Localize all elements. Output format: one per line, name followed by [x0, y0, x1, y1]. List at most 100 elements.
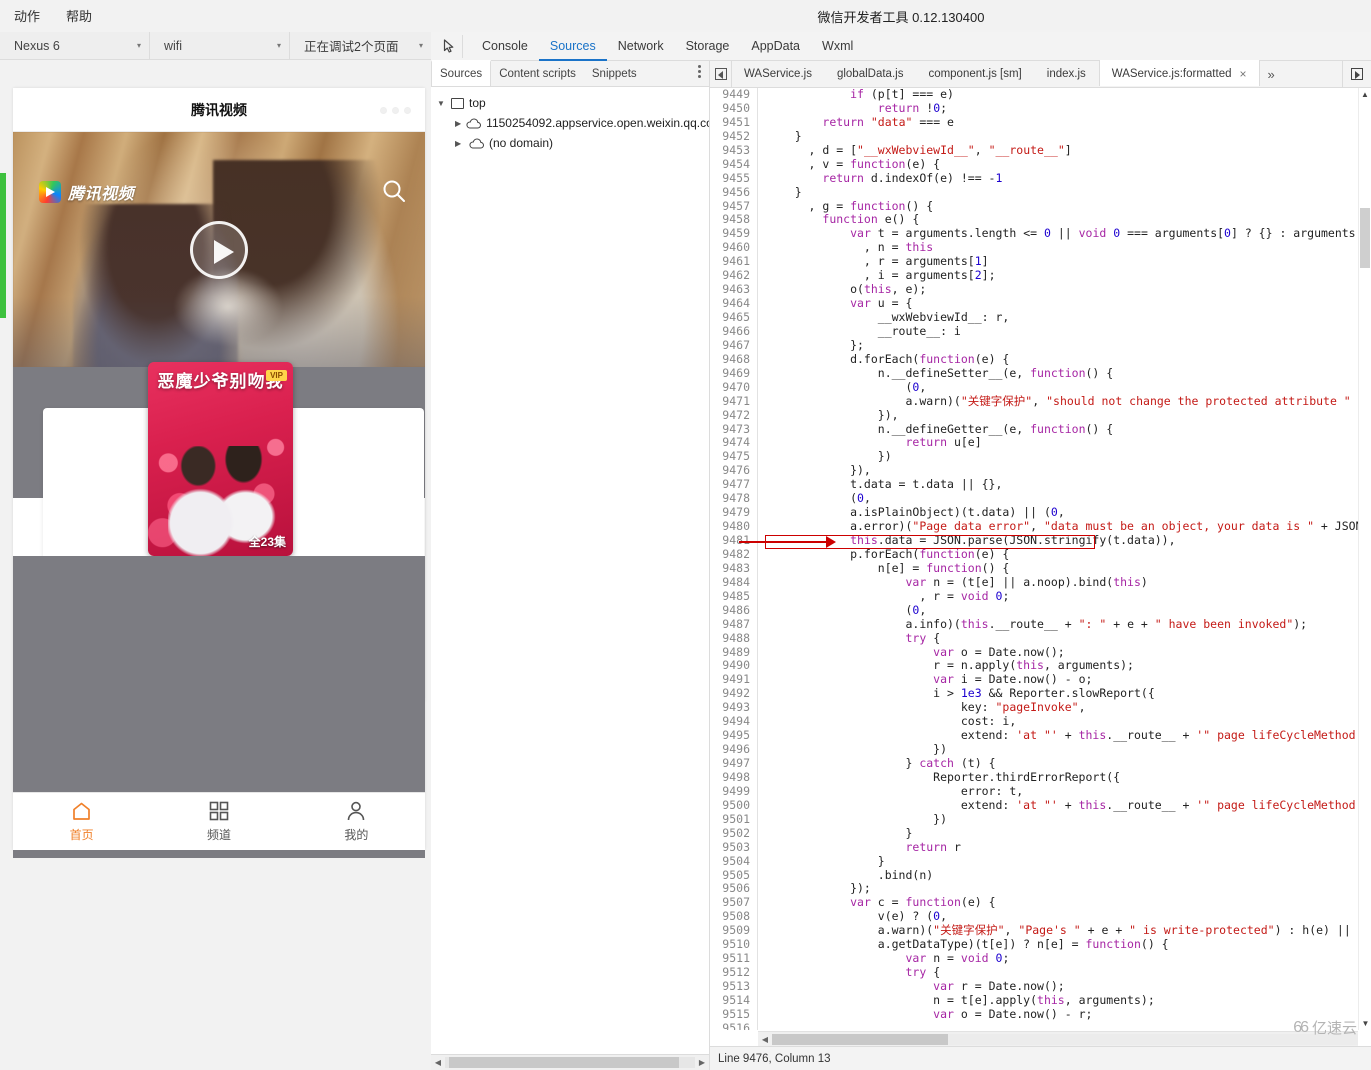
code-line[interactable]: 9506 }); [710, 881, 1371, 897]
tab-console[interactable]: Console [471, 32, 539, 61]
more-options-icon[interactable] [698, 65, 701, 78]
navigator-scroll-track[interactable] [445, 1057, 695, 1068]
code-line[interactable]: 9464 var u = { [710, 296, 1371, 311]
device-select[interactable]: Nexus 6 ▾ [0, 31, 150, 60]
editor-tab-globaldata[interactable]: globalData.js [825, 61, 916, 87]
editor-tab-waservice-formatted[interactable]: WAService.js:formatted × [1098, 60, 1260, 86]
code-line[interactable]: 9510 a.getDataType)(t[e]) ? n[e] = funct… [710, 937, 1371, 953]
code-line[interactable]: 9460 , n = this [710, 240, 1371, 256]
code-line[interactable]: 9475 }) [710, 449, 1371, 465]
tab-wxml[interactable]: Wxml [811, 32, 864, 61]
menu-item-help[interactable]: 帮助 [66, 6, 92, 25]
code-line[interactable]: 9461 , r = arguments[1] [710, 254, 1371, 270]
hero-video[interactable]: 腾讯视频 [13, 132, 425, 367]
search-icon[interactable] [381, 178, 407, 204]
code-line[interactable]: 9514 n = t[e].apply(this, arguments); [710, 993, 1371, 1008]
code-line[interactable]: 9452 } [710, 129, 1371, 144]
subtab-sources[interactable]: Sources [431, 60, 492, 86]
scroll-up-icon[interactable]: ▲ [1359, 88, 1371, 101]
code-line[interactable]: 9493 key: "pageInvoke", [710, 700, 1371, 716]
code-line[interactable]: 9480 a.error)("Page data error", "data m… [710, 519, 1371, 534]
tab-network[interactable]: Network [607, 32, 675, 61]
code-line[interactable]: 9507 var c = function(e) { [710, 895, 1371, 911]
code-hscroll-thumb[interactable] [772, 1033, 948, 1045]
code-hscroll-track[interactable] [772, 1033, 1358, 1045]
tab-profile[interactable]: 我的 [288, 800, 425, 843]
code-line[interactable]: 9453 , d = ["__wxWebviewId__", "__route_… [710, 143, 1371, 158]
code-line[interactable]: 9455 return d.indexOf(e) !== -1 [710, 171, 1371, 186]
tab-appdata[interactable]: AppData [740, 32, 811, 61]
scroll-right-icon[interactable]: ▶ [695, 1058, 709, 1067]
scroll-left-icon[interactable]: ◀ [758, 1035, 772, 1044]
debug-pages-select[interactable]: 正在调试2个页面 ▾ [290, 32, 431, 60]
code-line[interactable]: 9477 t.data = t.data || {}, [710, 477, 1371, 493]
code-line[interactable]: 9488 try { [710, 631, 1371, 646]
code-line[interactable]: 9465 __wxWebviewId__: r, [710, 310, 1371, 325]
code-line[interactable]: 9491 var i = Date.now() - o; [710, 672, 1371, 688]
code-line[interactable]: 9500 extend: 'at "' + this.__route__ + '… [710, 798, 1371, 813]
code-editor[interactable]: 9449 if (p[t] === e) 9450 return !0; 9451 … [710, 88, 1371, 1030]
code-line[interactable]: 9468 d.forEach(function(e) { [710, 352, 1371, 367]
navigator-scroll-thumb[interactable] [449, 1057, 679, 1068]
code-line[interactable]: 9503 return r [710, 840, 1371, 855]
code-line[interactable]: 9459 var t = arguments.length <= 0 || vo… [710, 226, 1371, 242]
code-line[interactable]: 9512 try { [710, 965, 1371, 980]
code-line[interactable]: 9495 extend: 'at "' + this.__route__ + '… [710, 728, 1371, 744]
panel-left-icon[interactable] [710, 61, 732, 87]
code-line[interactable]: 9497 } catch (t) { [710, 756, 1371, 771]
code-line[interactable]: 9474 return u[e] [710, 435, 1371, 451]
code-line[interactable]: 9505 .bind(n) [710, 868, 1371, 883]
scroll-down-icon[interactable]: ▼ [1359, 1017, 1371, 1030]
code-line[interactable]: 9502 } [710, 826, 1371, 841]
code-line[interactable]: 9482 p.forEach(function(e) { [710, 547, 1371, 562]
code-line[interactable]: 9509 a.warn)("关键字保护", "Page's " + e + " … [710, 923, 1371, 939]
code-line[interactable]: 9515 var o = Date.now() - r; [710, 1007, 1371, 1022]
code-line[interactable]: 9486 (0, [710, 603, 1371, 618]
code-line[interactable]: 9513 var r = Date.now(); [710, 979, 1371, 994]
code-line[interactable]: 9496 }) [710, 742, 1371, 757]
drama-poster[interactable]: 恶魔少爷别吻我 VIP 全23集 [148, 362, 293, 556]
code-vertical-scrollbar[interactable]: ▲ ▼ [1358, 88, 1371, 1030]
tree-node-top[interactable]: ▼ top [437, 93, 709, 113]
code-line[interactable]: 9478 (0, [710, 491, 1371, 507]
editor-tab-waservice[interactable]: WAService.js [732, 61, 825, 87]
code-line[interactable]: 9501 }) [710, 812, 1371, 827]
inspect-cursor-icon[interactable] [437, 34, 463, 58]
code-line[interactable]: 9511 var n = void 0; [710, 951, 1371, 967]
code-line[interactable]: 9466 __route__: i [710, 324, 1371, 339]
code-line[interactable]: 9458 function e() { [710, 212, 1371, 228]
tab-home[interactable]: 首页 [13, 800, 150, 843]
panel-right-icon[interactable] [1342, 61, 1371, 87]
code-line[interactable]: 9479 a.isPlainObject)(t.data) || (0, [710, 505, 1371, 521]
code-line[interactable]: 9489 var o = Date.now(); [710, 645, 1371, 660]
code-line[interactable]: 9492 i > 1e3 && Reporter.slowReport({ [710, 686, 1371, 702]
code-line[interactable]: 9499 error: t, [710, 784, 1371, 799]
play-button-icon[interactable] [190, 220, 248, 279]
chevron-right-icon[interactable]: ▶ [455, 139, 464, 148]
code-line[interactable]: 9483 n[e] = function() { [710, 561, 1371, 576]
code-line[interactable]: 9462 , i = arguments[2]; [710, 268, 1371, 284]
chevron-right-icon[interactable]: ▶ [455, 119, 461, 128]
code-line[interactable]: 9457 , g = function() { [710, 199, 1371, 214]
tree-node-appservice[interactable]: ▶ 1150254092.appservice.open.weixin.qq.c… [437, 113, 709, 133]
code-line[interactable]: 9508 v(e) ? (0, [710, 909, 1371, 925]
code-line[interactable]: 9476 }), [710, 463, 1371, 479]
tree-node-no-domain[interactable]: ▶ (no domain) [437, 133, 709, 153]
code-vscroll-thumb[interactable] [1360, 208, 1370, 268]
code-line[interactable]: 9470 (0, [710, 380, 1371, 395]
editor-tab-component[interactable]: component.js [sm] [916, 61, 1034, 87]
capsule-menu-icon[interactable] [380, 107, 411, 114]
editor-tabs-overflow-icon[interactable]: » [1260, 61, 1283, 87]
code-line[interactable]: 9498 Reporter.thirdErrorReport({ [710, 770, 1371, 785]
code-line[interactable]: 9467 }; [710, 338, 1371, 353]
navigator-horizontal-scrollbar[interactable]: ◀ ▶ [431, 1054, 709, 1070]
tab-channel[interactable]: 频道 [150, 800, 287, 843]
subtab-snippets[interactable]: Snippets [584, 61, 645, 86]
code-line[interactable]: 9484 var n = (t[e] || a.noop).bind(this) [710, 575, 1371, 590]
code-line[interactable]: 9516 [710, 1021, 1371, 1030]
code-horizontal-scrollbar[interactable]: ◀ [758, 1031, 1358, 1046]
code-line[interactable]: 9481 this.data = JSON.parse(JSON.stringi… [710, 533, 1371, 548]
close-icon[interactable]: × [1239, 67, 1246, 81]
code-line[interactable]: 9463 o(this, e); [710, 282, 1371, 298]
code-line[interactable]: 9490 r = n.apply(this, arguments); [710, 658, 1371, 674]
